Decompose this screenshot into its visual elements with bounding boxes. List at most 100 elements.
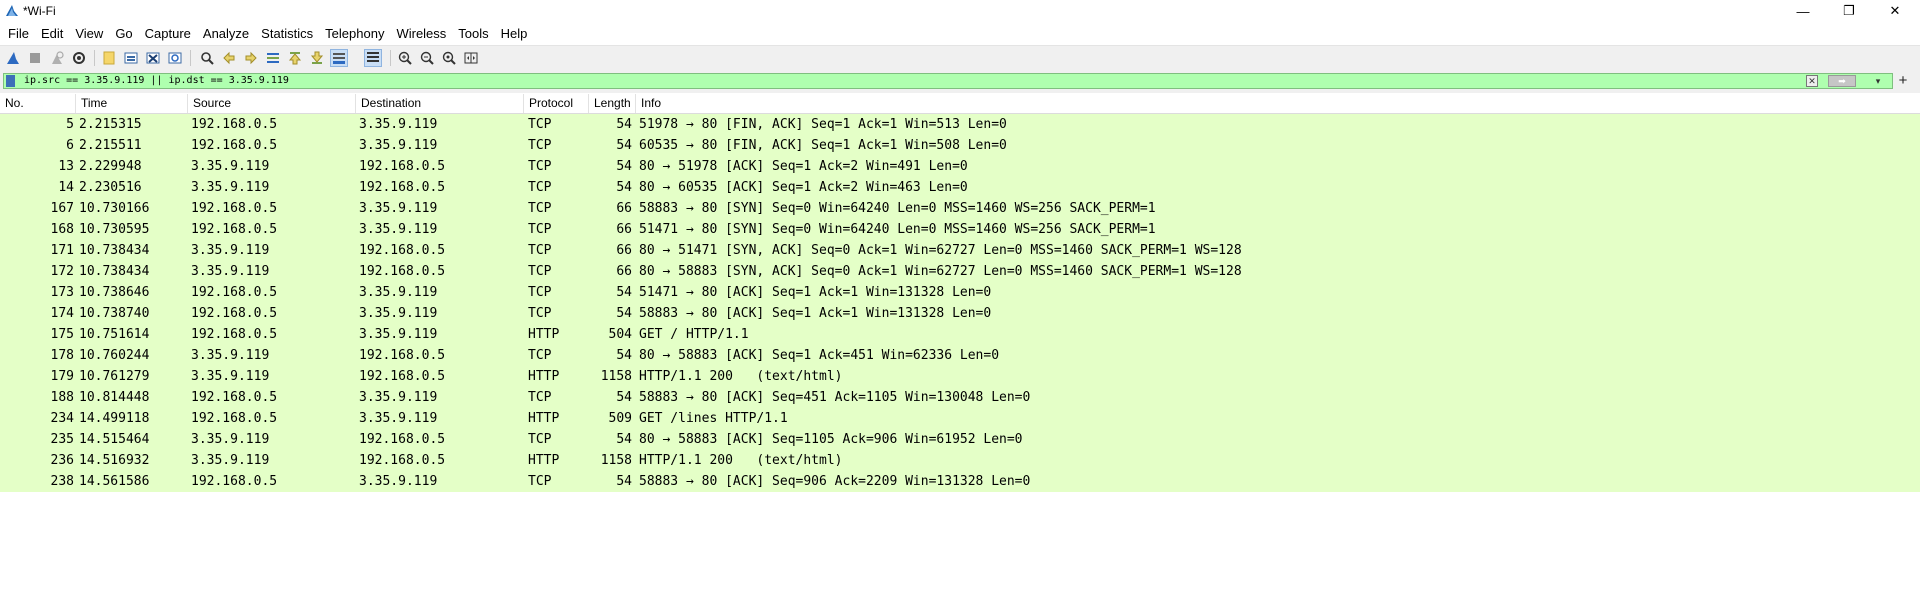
zoom-out-icon [420, 51, 434, 65]
menu-wireless[interactable]: Wireless [390, 24, 452, 43]
bookmark-icon[interactable] [6, 75, 15, 87]
packet-length: 54 [616, 138, 632, 153]
packet-protocol: HTTP [528, 411, 560, 426]
apply-filter-button[interactable]: ➡ [1828, 75, 1856, 87]
table-row[interactable]: 179 10.761279 3.35.9.119 192.168.0.5 HTTP 115… [0, 366, 1920, 387]
find-packet-button[interactable] [198, 49, 216, 67]
column-header-destination[interactable]: Destination [356, 94, 524, 113]
packet-length: 509 [608, 411, 632, 426]
table-row[interactable]: 5 2.215315 192.168.0.5 3.35.9.119 TCP 54 51978… [0, 114, 1920, 135]
capture-options-button[interactable] [70, 49, 88, 67]
menu-go[interactable]: Go [109, 24, 138, 43]
table-row[interactable]: 188 10.814448 192.168.0.5 3.35.9.119 TCP 54 58… [0, 387, 1920, 408]
go-back-icon [223, 51, 235, 65]
menu-telephony[interactable]: Telephony [319, 24, 390, 43]
close-button[interactable]: ✕ [1872, 0, 1918, 22]
table-row[interactable]: 175 10.751614 192.168.0.5 3.35.9.119 HTTP 504… [0, 324, 1920, 345]
packet-protocol: TCP [528, 285, 552, 300]
minimize-button[interactable]: — [1780, 0, 1826, 22]
close-file-button[interactable] [144, 49, 162, 67]
column-header-time[interactable]: Time [76, 94, 188, 113]
packet-time: 2.229948 [79, 159, 142, 174]
packet-destination: 192.168.0.5 [359, 264, 446, 279]
zoom-out-button[interactable] [418, 49, 436, 67]
resize-columns-button[interactable] [462, 49, 480, 67]
table-row[interactable]: 6 2.215511 192.168.0.5 3.35.9.119 TCP 54 60535… [0, 135, 1920, 156]
open-file-button[interactable] [100, 49, 118, 67]
table-row[interactable]: 235 14.515464 3.35.9.119 192.168.0.5 TCP 54 80… [0, 429, 1920, 450]
start-capture-button[interactable] [4, 49, 22, 67]
plus-icon: + [1898, 72, 1908, 89]
go-forward-button[interactable] [242, 49, 260, 67]
packet-protocol: TCP [528, 201, 552, 216]
menu-view[interactable]: View [69, 24, 109, 43]
packet-info: 51471 → 80 [SYN] Seq=0 Win=64240 Len=0 M… [639, 222, 1156, 237]
table-row[interactable]: 174 10.738740 192.168.0.5 3.35.9.119 TCP 54 58… [0, 303, 1920, 324]
main-toolbar [0, 45, 1920, 69]
packet-length: 54 [616, 432, 632, 447]
packet-destination: 192.168.0.5 [359, 243, 446, 258]
packet-source: 3.35.9.119 [191, 432, 270, 447]
menu-tools[interactable]: Tools [452, 24, 494, 43]
recent-filters-dropdown[interactable]: ▾ [1872, 75, 1884, 87]
column-header-no[interactable]: No. [0, 94, 76, 113]
display-filter-input[interactable] [24, 74, 1804, 88]
menu-statistics[interactable]: Statistics [255, 24, 319, 43]
table-row[interactable]: 167 10.730166 192.168.0.5 3.35.9.119 TCP 66 58… [0, 198, 1920, 219]
table-row[interactable]: 238 14.561586 192.168.0.5 3.35.9.119 TCP 54 58… [0, 471, 1920, 492]
go-last-button[interactable] [308, 49, 326, 67]
colorize-icon [367, 52, 379, 62]
packet-time: 10.738740 [79, 306, 150, 321]
zoom-in-button[interactable] [396, 49, 414, 67]
reload-button[interactable] [166, 49, 184, 67]
packet-info: 51471 → 80 [ACK] Seq=1 Ack=1 Win=131328 … [639, 285, 992, 300]
packet-protocol: TCP [528, 390, 552, 405]
table-row[interactable]: 171 10.738434 3.35.9.119 192.168.0.5 TCP 66 80… [0, 240, 1920, 261]
display-filter-field: ✕ ➡ ▾ [3, 73, 1893, 89]
add-filter-button-button[interactable]: + [1894, 73, 1912, 89]
clear-filter-button[interactable]: ✕ [1806, 75, 1818, 87]
restore-button[interactable]: ❐ [1826, 0, 1872, 22]
packet-length: 54 [616, 285, 632, 300]
autoscroll-button[interactable] [330, 49, 348, 67]
stop-capture-button[interactable] [26, 49, 44, 67]
packet-info: 60535 → 80 [FIN, ACK] Seq=1 Ack=1 Win=50… [639, 138, 1007, 153]
column-header-info[interactable]: Info [636, 94, 1920, 113]
table-row[interactable]: 14 2.230516 3.35.9.119 192.168.0.5 TCP 54 80 →… [0, 177, 1920, 198]
packet-time: 10.730166 [79, 201, 150, 216]
table-row[interactable]: 236 14.516932 3.35.9.119 192.168.0.5 HTTP 115… [0, 450, 1920, 471]
packet-time: 2.215315 [79, 117, 142, 132]
zoom-normal-button[interactable] [440, 49, 458, 67]
table-row[interactable]: 173 10.738646 192.168.0.5 3.35.9.119 TCP 54 51… [0, 282, 1920, 303]
colorize-button[interactable] [364, 49, 382, 67]
go-back-button[interactable] [220, 49, 238, 67]
column-header-protocol[interactable]: Protocol [524, 94, 589, 113]
table-row[interactable]: 168 10.730595 192.168.0.5 3.35.9.119 TCP 66 51… [0, 219, 1920, 240]
restart-capture-icon [52, 51, 64, 64]
save-file-button[interactable] [122, 49, 140, 67]
table-row[interactable]: 234 14.499118 192.168.0.5 3.35.9.119 HTTP 509… [0, 408, 1920, 429]
table-row[interactable]: 13 2.229948 3.35.9.119 192.168.0.5 TCP 54 80 →… [0, 156, 1920, 177]
column-header-source[interactable]: Source [188, 94, 356, 113]
packet-time: 10.738434 [79, 243, 150, 258]
packet-list-pane[interactable]: No. Time Source Destination Protocol Len… [0, 93, 1920, 602]
restart-capture-button[interactable] [48, 49, 66, 67]
go-to-packet-button[interactable] [264, 49, 282, 67]
packet-length: 1158 [600, 453, 632, 468]
packet-time: 14.561586 [79, 474, 150, 489]
packet-protocol: HTTP [528, 327, 560, 342]
column-header-length[interactable]: Length [589, 94, 636, 113]
packet-no: 234 [50, 411, 74, 426]
save-file-icon [124, 52, 138, 64]
packet-no: 173 [50, 285, 74, 300]
menu-help[interactable]: Help [495, 24, 534, 43]
packet-protocol: TCP [528, 222, 552, 237]
table-row[interactable]: 172 10.738434 3.35.9.119 192.168.0.5 TCP 66 80… [0, 261, 1920, 282]
menu-capture[interactable]: Capture [139, 24, 197, 43]
packet-source: 3.35.9.119 [191, 243, 270, 258]
table-row[interactable]: 178 10.760244 3.35.9.119 192.168.0.5 TCP 54 80… [0, 345, 1920, 366]
menu-file[interactable]: File [2, 24, 35, 43]
menu-analyze[interactable]: Analyze [197, 24, 255, 43]
menu-edit[interactable]: Edit [35, 24, 69, 43]
go-first-button[interactable] [286, 49, 304, 67]
